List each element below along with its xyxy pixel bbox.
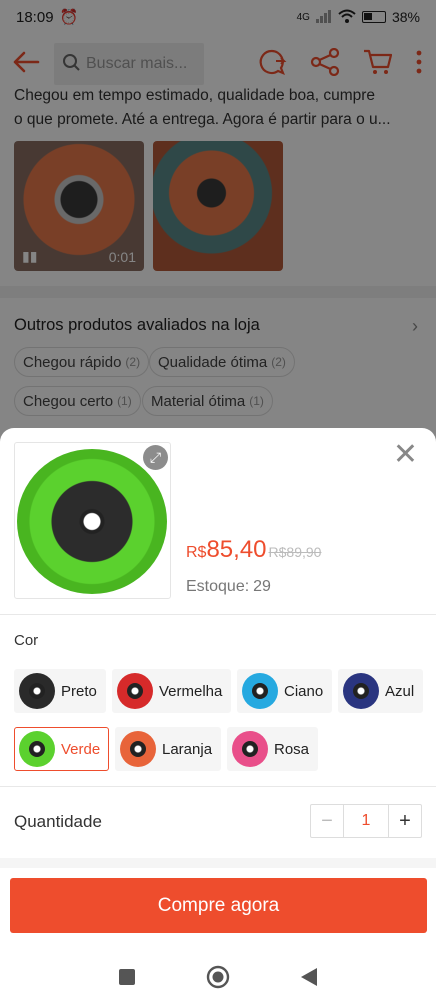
option-label: Ciano [284, 682, 324, 700]
stock-info: Estoque: 29 [186, 578, 271, 596]
divider [0, 614, 436, 615]
wheel-swatch-icon [232, 731, 268, 767]
home-icon[interactable] [206, 965, 230, 994]
section-separator [0, 858, 436, 868]
color-option-laranja[interactable]: Laranja [115, 727, 222, 771]
option-label: Verde [61, 740, 101, 758]
variant-bottom-sheet: ✕ R$ 85,40 R$89,90 Estoque: 29 Cor Preto … [0, 428, 436, 958]
wheel-image [17, 449, 167, 594]
color-option-ciano[interactable]: Ciano [237, 669, 333, 713]
decrement-button[interactable]: − [311, 805, 343, 837]
quantity-input[interactable]: 1 [343, 805, 389, 837]
wheel-swatch-icon [242, 673, 278, 709]
wheel-swatch-icon [19, 673, 55, 709]
price-row: R$ 85,40 R$89,90 [186, 536, 321, 564]
wheel-swatch-icon [120, 731, 156, 767]
price-currency: R$ [186, 544, 207, 561]
color-option-preto[interactable]: Preto [14, 669, 106, 713]
close-icon[interactable]: ✕ [393, 440, 418, 470]
wheel-swatch-icon [343, 673, 379, 709]
quantity-label: Quantidade [14, 812, 102, 831]
price-value: 85,40 [206, 536, 267, 563]
color-option-rosa[interactable]: Rosa [227, 727, 319, 771]
option-label: Rosa [274, 740, 310, 758]
divider [0, 786, 436, 787]
buy-now-button[interactable]: Compre agora [10, 878, 427, 933]
option-label: Preto [61, 682, 97, 700]
stock-value: 29 [253, 578, 271, 595]
stock-label: Estoque: [186, 578, 250, 595]
quantity-stepper: − 1 + [310, 804, 422, 838]
option-label: Azul [385, 682, 415, 700]
wheel-swatch-icon [117, 673, 153, 709]
color-label: Cor [14, 632, 39, 649]
option-label: Vermelha [159, 682, 223, 700]
option-label: Laranja [162, 740, 213, 758]
color-option-vermelha[interactable]: Vermelha [112, 669, 232, 713]
increment-button[interactable]: + [389, 805, 421, 837]
color-option-azul[interactable]: Azul [338, 669, 424, 713]
system-nav-bar [0, 958, 436, 1000]
expand-icon[interactable]: ⤢ [143, 445, 168, 470]
recent-apps-icon[interactable] [118, 968, 136, 991]
color-option-verde[interactable]: Verde [14, 727, 110, 771]
wheel-swatch-icon [19, 731, 55, 767]
old-price: R$89,90 [268, 544, 322, 560]
back-icon[interactable] [300, 967, 318, 992]
